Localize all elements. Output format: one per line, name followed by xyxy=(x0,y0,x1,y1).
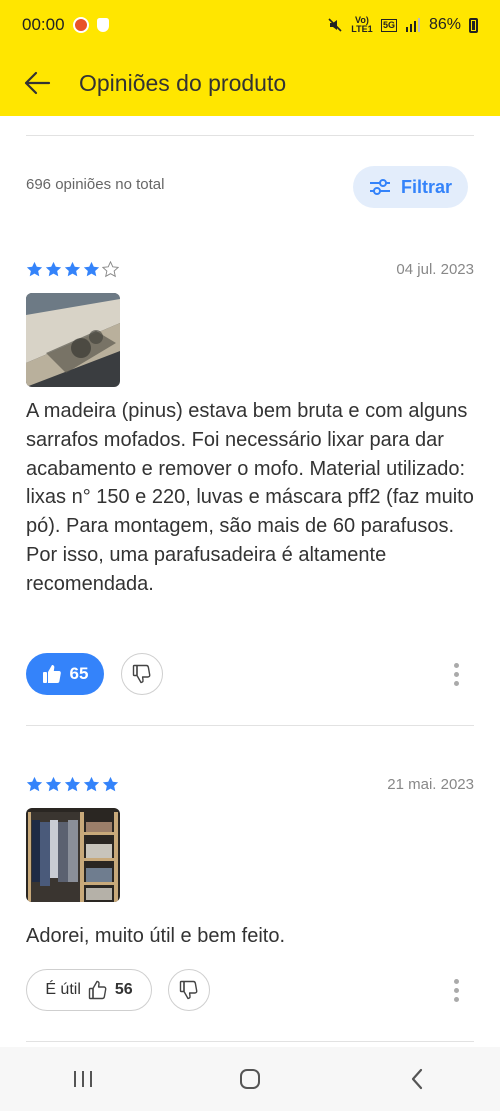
closet-photo xyxy=(26,808,120,902)
filter-label: Filtrar xyxy=(400,176,452,197)
more-dot-icon xyxy=(453,987,459,993)
status-time: 00:00 xyxy=(22,15,65,34)
more-options-button[interactable] xyxy=(450,653,462,695)
home-button[interactable] xyxy=(220,1054,280,1104)
star-filled-icon xyxy=(26,261,43,277)
thumbs-down-icon xyxy=(132,664,151,684)
app-bar: Opiniões do produto xyxy=(0,50,500,116)
dislike-button[interactable] xyxy=(121,653,163,695)
review-text: A madeira (pinus) estava bem bruta e com… xyxy=(26,400,474,595)
star-filled-icon xyxy=(45,776,62,792)
filter-button[interactable]: Filtrar xyxy=(353,166,468,208)
more-dot-icon xyxy=(453,996,459,1002)
recents-button[interactable] xyxy=(53,1054,113,1104)
arrow-left-icon xyxy=(24,71,51,95)
thumbs-up-icon xyxy=(88,980,107,1000)
like-button[interactable]: 65 xyxy=(26,653,104,695)
battery-percent: 86% xyxy=(428,16,461,33)
star-filled-icon xyxy=(102,776,119,792)
star-filled-icon xyxy=(45,261,62,277)
battery-icon xyxy=(469,17,478,33)
home-icon xyxy=(239,1069,260,1089)
back-button[interactable] xyxy=(22,68,52,98)
like-count: 56 xyxy=(114,981,133,998)
star-filled-icon xyxy=(64,261,81,277)
reviews-list[interactable]: 696 opiniões no total Filtrar 04 jul. 20… xyxy=(0,116,500,1047)
more-dot-icon xyxy=(453,671,459,677)
review-date: 21 mai. 2023 xyxy=(387,776,474,793)
notification-app-icon xyxy=(72,17,89,33)
reviews-total: 696 opiniões no total xyxy=(26,176,165,193)
star-filled-icon xyxy=(83,261,100,277)
system-nav-bar xyxy=(0,1047,500,1111)
mute-icon xyxy=(328,18,342,32)
thumbs-down-icon xyxy=(179,980,198,1000)
like-count: 65 xyxy=(69,664,89,683)
divider xyxy=(26,1041,474,1042)
chevron-left-icon xyxy=(411,1068,422,1090)
recents-icon xyxy=(74,1071,93,1087)
wood-planks-photo xyxy=(26,293,120,387)
star-filled-icon xyxy=(26,776,43,792)
more-options-button[interactable] xyxy=(450,969,462,1011)
review-text: Adorei, muito útil e bem feito. xyxy=(26,925,286,947)
rating-stars xyxy=(26,776,119,793)
useful-button[interactable]: É útil 56 xyxy=(26,969,152,1011)
more-dot-icon xyxy=(453,662,459,668)
review-photo[interactable] xyxy=(26,293,120,387)
network-gen-label: 5G xyxy=(380,18,397,32)
divider xyxy=(26,135,474,136)
star-filled-icon xyxy=(64,776,81,792)
more-dot-icon xyxy=(453,680,459,686)
system-back-button[interactable] xyxy=(387,1054,447,1104)
dislike-button[interactable] xyxy=(168,969,210,1011)
signal-icon xyxy=(405,18,420,32)
divider xyxy=(26,725,474,726)
rating-stars xyxy=(26,261,119,278)
page-title: Opiniões do produto xyxy=(79,69,287,96)
star-filled-icon xyxy=(83,776,100,792)
useful-label: É útil xyxy=(45,981,81,998)
more-dot-icon xyxy=(453,978,459,984)
thumbs-up-filled-icon xyxy=(42,665,61,683)
shield-icon xyxy=(96,18,109,32)
filter-sliders-icon xyxy=(369,179,390,195)
status-bar: 00:00 Vo) LTE1 5G 86% xyxy=(0,0,500,50)
star-empty-icon xyxy=(102,261,119,278)
review-photo[interactable] xyxy=(26,808,120,902)
network-label: Vo) LTE1 xyxy=(351,15,373,34)
review-date: 04 jul. 2023 xyxy=(396,261,474,278)
